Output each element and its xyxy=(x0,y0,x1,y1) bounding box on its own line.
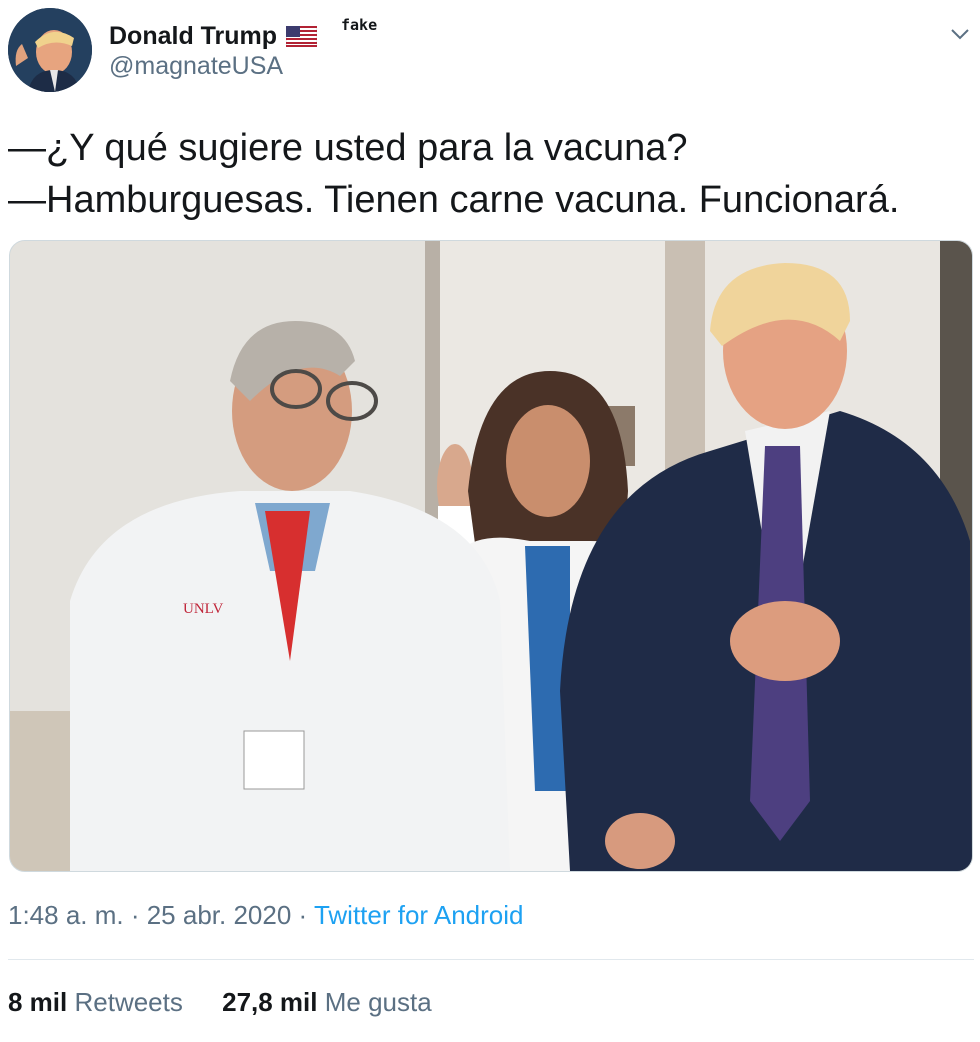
avatar[interactable] xyxy=(8,8,92,92)
tweet-photo[interactable]: UNLV xyxy=(9,240,973,872)
retweets-count: 8 mil xyxy=(8,987,68,1017)
likes-label: Me gusta xyxy=(324,987,432,1017)
likes-stat[interactable]: 27,8 mil Me gusta xyxy=(222,987,432,1018)
tweet-text-line: —Hamburguesas. Tienen carne vacuna. Func… xyxy=(8,179,900,221)
tweet-text-line: —¿Y qué sugiere usted para la vacuna? xyxy=(8,127,688,169)
meta-separator: · xyxy=(291,900,314,930)
fake-label: fake xyxy=(341,16,378,34)
tweet-stats: 8 mil Retweets 27,8 mil Me gusta xyxy=(8,987,464,1018)
retweets-label: Retweets xyxy=(74,987,183,1017)
tweet-text: —¿Y qué sugiere usted para la vacuna? —H… xyxy=(8,122,968,226)
retweets-stat[interactable]: 8 mil Retweets xyxy=(8,987,183,1018)
divider xyxy=(8,959,974,960)
timestamp[interactable]: 1:48 a. m. · 25 abr. 2020 xyxy=(8,900,291,930)
display-name[interactable]: Donald Trump xyxy=(109,22,277,51)
chevron-down-icon[interactable] xyxy=(948,22,972,46)
tweet-header: Donald Trump fake @magnateUSA xyxy=(8,8,972,98)
likes-count: 27,8 mil xyxy=(222,987,318,1017)
source-link[interactable]: Twitter for Android xyxy=(314,900,524,930)
unlv-badge: UNLV xyxy=(183,601,223,617)
us-flag-icon xyxy=(285,25,318,48)
user-handle[interactable]: @magnateUSA xyxy=(109,52,283,81)
tweet-meta: 1:48 a. m. · 25 abr. 2020 · Twitter for … xyxy=(8,900,523,931)
